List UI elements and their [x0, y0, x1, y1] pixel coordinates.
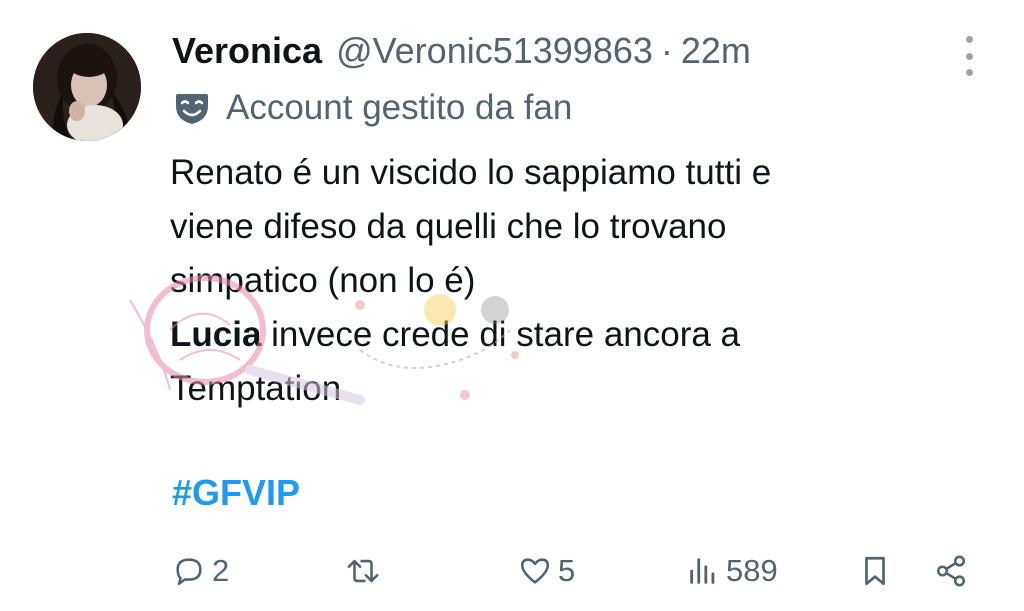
- timestamp[interactable]: 22m: [681, 30, 751, 72]
- separator-dot: ·: [660, 30, 673, 71]
- tweet-text-span: invece crede di stare ancora a: [261, 315, 741, 354]
- tweet-text-line: simpatico (non lo é): [170, 261, 476, 300]
- heart-icon: [520, 558, 550, 584]
- more-options-icon[interactable]: [958, 36, 980, 76]
- share-icon: [936, 555, 966, 587]
- retweet-icon: [347, 559, 379, 583]
- retweet-button[interactable]: [342, 546, 390, 596]
- like-button[interactable]: 5: [518, 546, 575, 596]
- share-button[interactable]: [934, 546, 968, 596]
- bold-name: Lucia: [170, 315, 262, 354]
- reply-icon: [176, 558, 202, 586]
- hashtag-link[interactable]: #GFVIP: [172, 472, 300, 514]
- reply-button[interactable]: 2: [172, 546, 229, 596]
- like-count: 5: [558, 553, 576, 588]
- avatar-image: [33, 33, 141, 141]
- bookmark-icon: [865, 556, 885, 586]
- fan-account-label: Account gestito da fan: [226, 88, 573, 127]
- avatar[interactable]: [33, 33, 141, 141]
- theater-mask-icon: [176, 94, 208, 124]
- tweet-text: Renato é un viscido lo sappiamo tutti e …: [170, 146, 990, 416]
- tweet[interactable]: Veronica @Veronic51399863 · 22m Account …: [0, 0, 1024, 611]
- tweet-text-line: Lucia invece crede di stare ancora a: [170, 308, 990, 362]
- views-button[interactable]: 589: [686, 546, 778, 596]
- tweet-text-line: Temptation: [170, 369, 342, 408]
- display-name[interactable]: Veronica: [172, 30, 322, 72]
- tweet-header: Veronica @Veronic51399863 · 22m: [172, 30, 751, 74]
- reply-count: 2: [212, 553, 230, 588]
- views-count: 589: [726, 553, 778, 588]
- bookmark-button[interactable]: [858, 546, 892, 596]
- account-label: Account gestito da fan: [172, 86, 572, 130]
- user-handle[interactable]: @Veronic51399863: [336, 30, 653, 72]
- tweet-text-line: viene difeso da quelli che lo trovano: [170, 207, 727, 246]
- tweet-actions: 2 5 589: [0, 546, 1024, 596]
- tweet-text-line: Renato é un viscido lo sappiamo tutti e: [170, 153, 772, 192]
- views-icon: [690, 558, 715, 584]
